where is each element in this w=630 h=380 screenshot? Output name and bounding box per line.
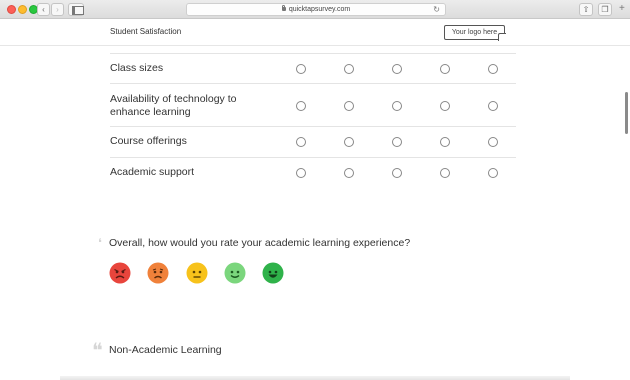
rating-radio-button[interactable] xyxy=(344,168,354,178)
happy-face-icon[interactable] xyxy=(224,262,246,284)
page-scrollbar[interactable] xyxy=(625,92,628,134)
rating-radio-button[interactable] xyxy=(344,137,354,147)
share-button[interactable]: ⇧ xyxy=(579,3,593,16)
close-window-button[interactable] xyxy=(7,5,16,14)
survey-title: Student Satisfaction xyxy=(110,27,182,36)
rating-radio-button[interactable] xyxy=(488,168,498,178)
reload-icon[interactable]: ↻ xyxy=(433,4,440,15)
neutral-face-icon[interactable] xyxy=(186,262,208,284)
rating-radio-button[interactable] xyxy=(344,101,354,111)
rating-radio-button[interactable] xyxy=(440,168,450,178)
sidebar-toggle-button[interactable] xyxy=(68,3,84,16)
rating-radio-button[interactable] xyxy=(296,137,306,147)
angry-face-icon[interactable] xyxy=(109,262,131,284)
matrix-row: Academic support xyxy=(110,157,516,187)
rating-radio-button[interactable] xyxy=(296,101,306,111)
rating-radio-button[interactable] xyxy=(488,101,498,111)
quote-icon: ❝ xyxy=(92,338,103,362)
matrix-row-label: Academic support xyxy=(110,166,195,178)
back-button[interactable]: ‹ xyxy=(37,3,50,16)
matrix-row-label: Course offerings xyxy=(110,135,187,147)
quote-icon: ❛ xyxy=(98,236,102,250)
rating-radio-button[interactable] xyxy=(392,168,402,178)
tabs-icon: ❐ xyxy=(601,5,609,14)
rating-radio-button[interactable] xyxy=(488,137,498,147)
matrix-row-label: Class sizes xyxy=(110,62,164,74)
share-icon: ⇧ xyxy=(582,5,590,14)
very-happy-face-icon[interactable] xyxy=(262,262,284,284)
rating-radio-button[interactable] xyxy=(440,64,450,74)
next-card-edge xyxy=(60,376,570,380)
rating-radio-button[interactable] xyxy=(344,64,354,74)
matrix-row-label: Availability of technology to enhance le… xyxy=(110,93,237,118)
matrix-row: Availability of technology to enhance le… xyxy=(110,83,516,126)
rating-radio-button[interactable] xyxy=(488,64,498,74)
rating-radio-button[interactable] xyxy=(440,137,450,147)
new-tab-button[interactable]: + xyxy=(619,3,625,15)
rating-radio-button[interactable] xyxy=(440,101,450,111)
address-bar[interactable]: quicktapsurvey.com ↻ xyxy=(186,3,446,16)
sad-face-icon[interactable] xyxy=(147,262,169,284)
rating-radio-button[interactable] xyxy=(392,101,402,111)
survey-header: Student Satisfaction Your logo here xyxy=(0,20,630,46)
logo-placeholder: Your logo here xyxy=(444,25,505,40)
chevron-left-icon: ‹ xyxy=(42,5,45,14)
chevron-right-icon: › xyxy=(56,5,59,14)
matrix-row: Class sizes xyxy=(110,53,516,83)
minimize-window-button[interactable] xyxy=(18,5,27,14)
rating-radio-button[interactable] xyxy=(392,64,402,74)
matrix-row: Course offerings xyxy=(110,126,516,157)
rating-radio-button[interactable] xyxy=(392,137,402,147)
lock-icon xyxy=(281,4,286,11)
section-title: Non-Academic Learning xyxy=(109,344,222,356)
rating-radio-button[interactable] xyxy=(296,168,306,178)
forward-button[interactable]: › xyxy=(51,3,64,16)
rating-radio-button[interactable] xyxy=(296,64,306,74)
browser-toolbar: ‹ › quicktapsurvey.com ↻ ⇧ ❐ + xyxy=(0,0,630,19)
tab-overview-button[interactable]: ❐ xyxy=(598,3,612,16)
url-text: quicktapsurvey.com xyxy=(288,6,351,13)
rating-question: Overall, how would you rate your academi… xyxy=(109,237,411,249)
